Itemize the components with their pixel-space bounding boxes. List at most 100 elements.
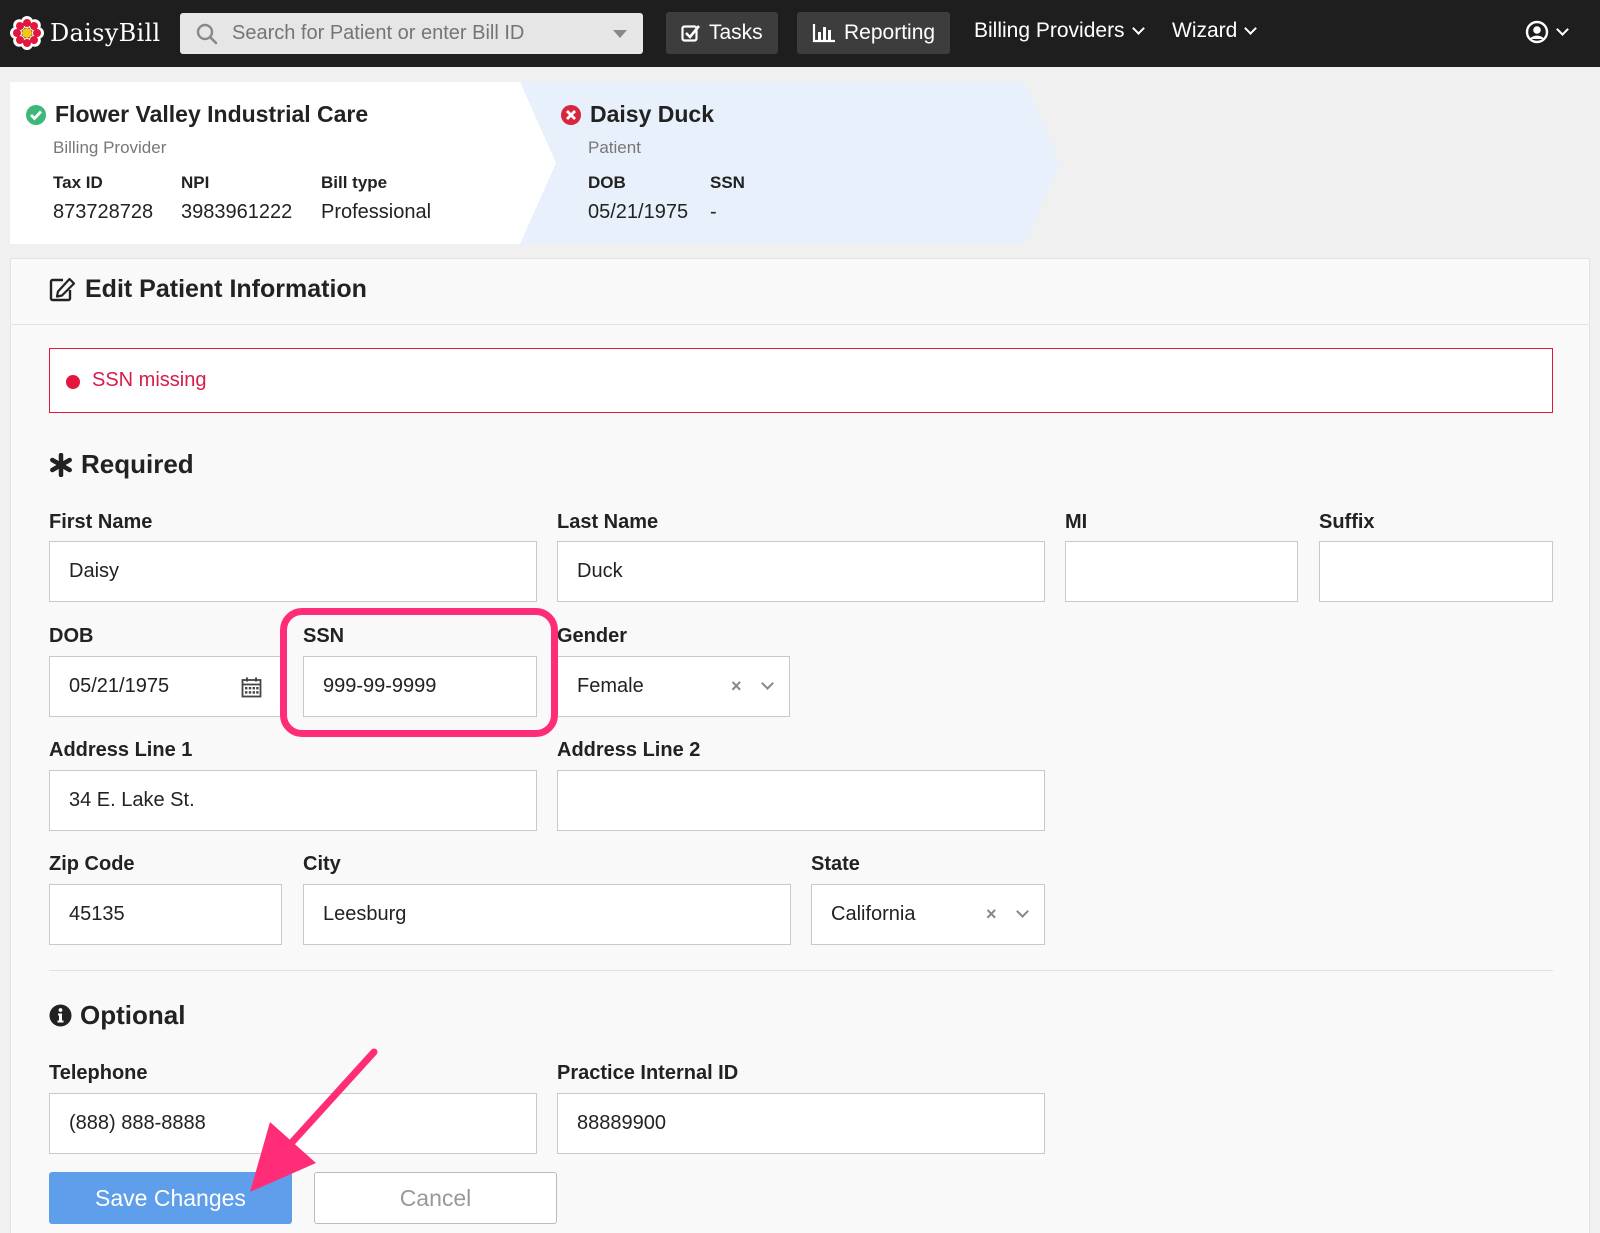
zip-field[interactable]: [49, 884, 282, 945]
top-navbar: DaisyBill Tasks Reporting Billing Provid…: [0, 0, 1600, 67]
bill-type-value: Professional: [321, 201, 432, 223]
address1-field[interactable]: [49, 770, 537, 831]
suffix-input[interactable]: [1320, 542, 1552, 601]
daisy-logo-icon: [10, 16, 44, 50]
app-name: DaisyBill: [50, 19, 161, 47]
tasks-label: Tasks: [709, 21, 763, 44]
required-section-title: Required: [49, 449, 194, 480]
breadcrumb-billing-provider[interactable]: Flower Valley Industrial Care Billing Pr…: [10, 82, 557, 244]
save-changes-button[interactable]: Save Changes: [49, 1172, 292, 1224]
internal-id-label: Practice Internal ID: [557, 1062, 739, 1084]
patient-ssn-value: -: [710, 201, 717, 223]
chevron-down-icon[interactable]: [1016, 905, 1029, 918]
wizard-label: Wizard: [1172, 19, 1238, 42]
gender-select[interactable]: Female ×: [557, 656, 790, 717]
internal-id-field[interactable]: [557, 1093, 1045, 1154]
wizard-menu[interactable]: Wizard: [1172, 19, 1258, 43]
telephone-label: Telephone: [49, 1062, 148, 1084]
user-circle-icon: [1525, 20, 1549, 44]
check-circle-icon: [26, 104, 46, 125]
info-circle-icon: [49, 1004, 72, 1027]
validation-alert: SSN missing: [49, 348, 1553, 413]
section-divider: [49, 970, 1553, 971]
save-changes-label: Save Changes: [95, 1184, 246, 1211]
address1-label: Address Line 1: [49, 739, 193, 761]
reporting-button[interactable]: Reporting: [797, 12, 951, 54]
telephone-input[interactable]: [50, 1094, 536, 1153]
panel-title-text: Edit Patient Information: [85, 275, 367, 303]
cancel-label: Cancel: [399, 1184, 472, 1211]
panel-header: Edit Patient Information: [11, 259, 1589, 325]
asterisk-icon: [50, 452, 72, 477]
state-label: State: [811, 853, 860, 875]
error-circle-icon: [561, 104, 581, 125]
search-icon: [196, 23, 218, 44]
app-logo[interactable]: DaisyBill: [10, 16, 160, 50]
last-name-label: Last Name: [557, 511, 659, 533]
address2-field[interactable]: [557, 770, 1045, 831]
optional-title-text: Optional: [80, 1000, 186, 1030]
dob-label: DOB: [49, 625, 94, 647]
clear-icon[interactable]: ×: [986, 904, 997, 925]
zip-input[interactable]: [50, 885, 281, 944]
alert-text: SSN missing: [92, 369, 207, 391]
state-value: California: [831, 903, 916, 925]
dob-field[interactable]: [49, 656, 282, 717]
chevron-down-icon[interactable]: [761, 677, 774, 690]
chevron-down-icon: [1244, 21, 1258, 35]
tasks-check-icon: [681, 25, 701, 42]
chevron-down-icon: [1556, 22, 1569, 36]
last-name-field[interactable]: [557, 541, 1045, 602]
address2-label: Address Line 2: [557, 739, 701, 761]
reporting-chart-icon: [812, 24, 835, 43]
cancel-button[interactable]: Cancel: [314, 1172, 557, 1224]
tax-id-label: Tax ID: [53, 173, 103, 192]
patient-search-box[interactable]: [180, 13, 643, 54]
address2-input[interactable]: [558, 771, 1044, 830]
patient-dob-value: 05/21/1975: [588, 201, 689, 223]
address1-input[interactable]: [50, 771, 536, 830]
city-field[interactable]: [303, 884, 791, 945]
ssn-highlight-annotation: [280, 608, 558, 737]
gender-label: Gender: [557, 625, 628, 647]
search-input[interactable]: [232, 22, 592, 45]
npi-label: NPI: [181, 173, 210, 192]
city-input[interactable]: [304, 885, 790, 944]
first-name-input[interactable]: [50, 542, 536, 601]
internal-id-input[interactable]: [558, 1094, 1044, 1153]
suffix-label: Suffix: [1319, 511, 1375, 533]
required-title-text: Required: [81, 449, 194, 479]
billing-providers-menu[interactable]: Billing Providers: [974, 19, 1145, 43]
telephone-field[interactable]: [49, 1093, 537, 1154]
clear-icon[interactable]: ×: [731, 676, 742, 697]
provider-role: Billing Provider: [53, 138, 167, 157]
gender-value: Female: [577, 675, 644, 697]
chevron-down-icon: [1131, 21, 1145, 35]
patient-dob-label: DOB: [588, 173, 626, 192]
breadcrumb-patient[interactable]: Daisy Duck Patient DOB 05/21/1975 SSN -: [520, 82, 1060, 244]
mi-field[interactable]: [1065, 541, 1298, 602]
tasks-button[interactable]: Tasks: [666, 12, 778, 54]
city-label: City: [303, 853, 341, 875]
alert-dot-icon: [66, 375, 80, 389]
mi-label: MI: [1065, 511, 1088, 533]
panel-title: Edit Patient Information: [49, 275, 367, 304]
mi-input[interactable]: [1066, 542, 1297, 601]
patient-name: Daisy Duck: [590, 101, 715, 127]
suffix-field[interactable]: [1319, 541, 1553, 602]
bill-type-label: Bill type: [321, 173, 388, 192]
search-dropdown-caret-icon[interactable]: [613, 30, 627, 38]
reporting-label: Reporting: [844, 21, 936, 44]
billing-providers-label: Billing Providers: [974, 19, 1125, 42]
first-name-field[interactable]: [49, 541, 537, 602]
state-select[interactable]: California ×: [811, 884, 1045, 945]
zip-label: Zip Code: [49, 853, 135, 875]
patient-role: Patient: [588, 138, 641, 157]
edit-icon: [49, 277, 76, 302]
last-name-input[interactable]: [558, 542, 1044, 601]
optional-section-title: Optional: [49, 1000, 185, 1031]
tax-id-value: 873728728: [53, 201, 154, 223]
patient-ssn-label: SSN: [710, 173, 745, 192]
user-menu[interactable]: [1525, 20, 1569, 44]
calendar-icon[interactable]: [241, 677, 262, 698]
